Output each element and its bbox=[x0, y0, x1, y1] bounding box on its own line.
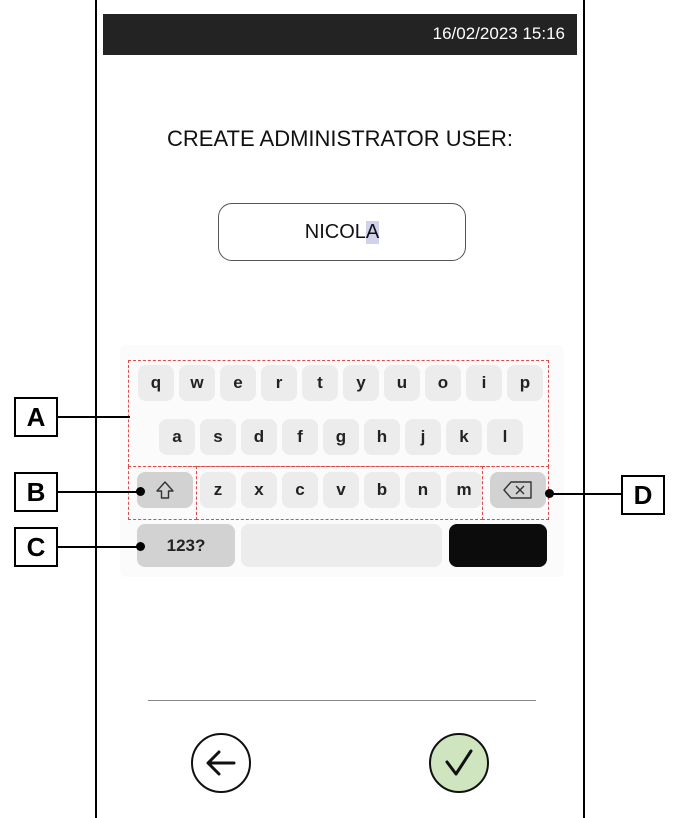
annotation-box-backspace bbox=[482, 466, 549, 520]
username-caret-char: A bbox=[365, 220, 380, 244]
annotation-box-bottom-letters bbox=[196, 466, 483, 520]
status-bar: 16/02/2023 15:16 bbox=[103, 14, 577, 55]
callout-a: A bbox=[14, 397, 58, 437]
numbers-mode-key[interactable]: 123? bbox=[137, 524, 235, 567]
confirm-button[interactable] bbox=[429, 733, 489, 793]
back-button[interactable] bbox=[191, 733, 251, 793]
callout-c-line bbox=[58, 546, 140, 548]
annotation-box-letters bbox=[128, 360, 549, 467]
arrow-left-icon bbox=[206, 750, 236, 776]
username-input[interactable]: NICOL A bbox=[218, 203, 466, 261]
status-datetime: 16/02/2023 15:16 bbox=[432, 24, 565, 43]
callout-c-dot bbox=[136, 542, 145, 551]
callout-d-dot bbox=[545, 489, 554, 498]
callout-c: C bbox=[14, 527, 58, 567]
checkmark-icon bbox=[445, 749, 473, 776]
callout-d: D bbox=[621, 475, 665, 515]
space-key[interactable] bbox=[241, 524, 442, 567]
enter-key[interactable] bbox=[449, 524, 547, 567]
username-text: NICOL bbox=[304, 220, 366, 243]
callout-b-line bbox=[58, 491, 140, 493]
callout-b-dot bbox=[136, 487, 145, 496]
callout-d-line bbox=[550, 493, 622, 495]
callout-a-line bbox=[58, 416, 130, 418]
page-title: CREATE ADMINISTRATOR USER: bbox=[167, 126, 513, 151]
callout-b: B bbox=[14, 472, 58, 512]
footer-divider bbox=[148, 700, 536, 701]
